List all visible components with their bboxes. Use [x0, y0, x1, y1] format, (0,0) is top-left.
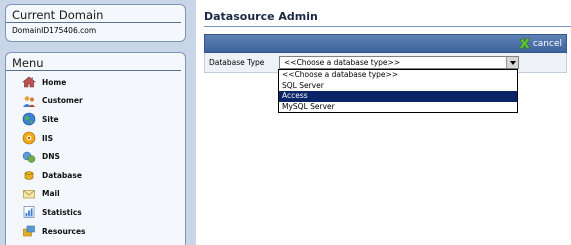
customer-icon — [21, 94, 37, 108]
menu-title: Menu — [6, 53, 181, 71]
menu-item-customer[interactable]: Customer — [6, 92, 185, 111]
database-icon — [21, 168, 37, 182]
cancel-label: cancel — [532, 38, 562, 49]
menu-item-label: Site — [42, 114, 59, 124]
database-type-dropdown: <<Choose a database type>> SQL Server Ac… — [278, 69, 518, 113]
menu-item-resources[interactable]: Resources — [6, 222, 185, 241]
select-value: <<Choose a database type>> — [284, 58, 401, 67]
site-icon — [21, 112, 37, 126]
menu-item-database[interactable]: Database — [6, 166, 185, 185]
page-title: Datasource Admin — [204, 10, 318, 23]
select-arrow[interactable] — [506, 57, 518, 68]
dropdown-option[interactable]: SQL Server — [279, 81, 517, 92]
main-content: Datasource Admin cancel Database Type <<… — [196, 0, 571, 245]
menu-item-iis[interactable]: IIS — [6, 129, 185, 148]
menu-panel: Menu Home Customer Site IIS DNS Database… — [5, 52, 186, 245]
dns-icon — [21, 150, 37, 164]
mail-icon — [21, 187, 37, 201]
statistics-icon — [21, 205, 37, 219]
cancel-icon — [518, 37, 530, 50]
dropdown-option-highlighted[interactable]: Access — [279, 91, 517, 102]
database-type-label: Database Type — [209, 58, 265, 67]
menu-item-label: Customer — [42, 96, 83, 106]
home-icon — [21, 75, 37, 89]
current-domain-title: Current Domain — [6, 5, 181, 23]
title-divider — [204, 26, 571, 27]
resources-icon — [21, 224, 37, 238]
menu-item-site[interactable]: Site — [6, 110, 185, 129]
chevron-down-icon — [509, 60, 516, 65]
current-domain-panel: Current Domain DomainID175406.com — [5, 4, 186, 42]
dropdown-option[interactable]: MySQL Server — [279, 102, 517, 113]
menu-item-label: DNS — [42, 152, 60, 162]
menu-item-label: Statistics — [42, 207, 82, 217]
dropdown-option[interactable]: <<Choose a database type>> — [279, 70, 517, 81]
action-toolbar: cancel — [204, 34, 567, 53]
menu-item-mail[interactable]: Mail — [6, 185, 185, 204]
iis-icon — [21, 131, 37, 145]
menu-list: Home Customer Site IIS DNS Database Mail… — [6, 71, 185, 240]
menu-item-dns[interactable]: DNS — [6, 147, 185, 166]
cancel-button[interactable]: cancel — [518, 37, 562, 50]
menu-item-label: Home — [42, 77, 67, 87]
left-column: Current Domain DomainID175406.com Menu H… — [0, 0, 191, 245]
menu-item-home[interactable]: Home — [6, 73, 185, 92]
menu-item-label: Mail — [42, 189, 60, 199]
current-domain-name: DomainID175406.com — [12, 26, 97, 35]
menu-item-label: IIS — [42, 133, 53, 143]
menu-item-label: Resources — [42, 226, 86, 236]
menu-item-label: Database — [42, 170, 82, 180]
menu-item-statistics[interactable]: Statistics — [6, 203, 185, 222]
database-type-select[interactable]: <<Choose a database type>> — [279, 56, 519, 69]
